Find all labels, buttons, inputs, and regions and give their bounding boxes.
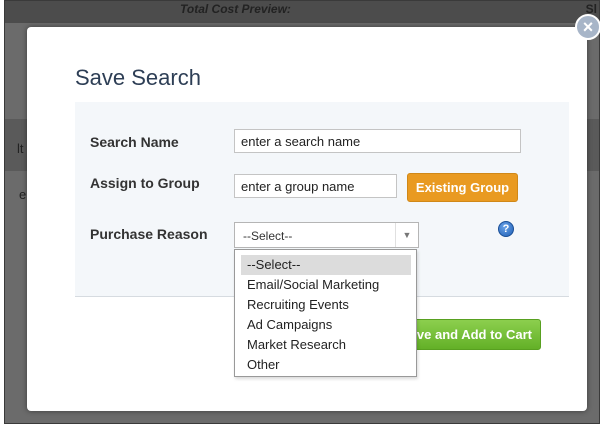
search-name-label: Search Name: [90, 134, 179, 150]
background-header: Total Cost Preview: Sl: [5, 1, 599, 23]
select-value: --Select--: [243, 229, 293, 243]
dropdown-option-ad-campaigns[interactable]: Ad Campaigns: [241, 315, 411, 335]
search-name-input[interactable]: enter a search name: [234, 129, 521, 153]
dropdown-option-recruiting-events[interactable]: Recruiting Events: [241, 295, 411, 315]
background-text-fragment: e: [19, 187, 27, 202]
dropdown-option-other[interactable]: Other: [241, 355, 411, 375]
assign-group-label: Assign to Group: [90, 175, 200, 191]
group-name-input[interactable]: enter a group name: [234, 174, 397, 198]
dropdown-option-market-research[interactable]: Market Research: [241, 335, 411, 355]
existing-group-button[interactable]: Existing Group: [407, 173, 518, 202]
close-icon[interactable]: ×: [575, 14, 601, 40]
help-icon[interactable]: ?: [498, 221, 514, 237]
dropdown-option-select[interactable]: --Select--: [241, 255, 411, 275]
save-search-modal: Save Search Search Name enter a search n…: [27, 27, 587, 411]
purchase-reason-select[interactable]: --Select-- ▼: [234, 222, 419, 248]
background-total-cost-label: Total Cost Preview:: [180, 2, 291, 16]
background-text-fragment: lt: [17, 141, 24, 156]
modal-title: Save Search: [75, 65, 201, 90]
purchase-reason-label: Purchase Reason: [90, 226, 208, 242]
dropdown-option-email-social-marketing[interactable]: Email/Social Marketing: [241, 275, 411, 295]
chevron-down-icon[interactable]: ▼: [395, 223, 418, 247]
purchase-reason-dropdown: --Select-- Email/Social Marketing Recrui…: [234, 249, 417, 377]
